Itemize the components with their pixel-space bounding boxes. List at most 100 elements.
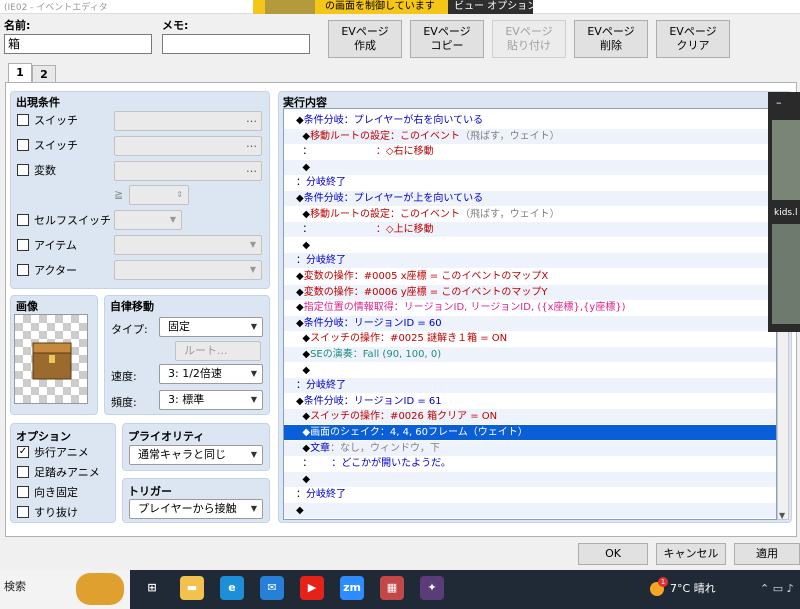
- scroll-down-icon[interactable]: ▼: [779, 511, 785, 520]
- cancel-button[interactable]: キャンセル: [656, 543, 726, 565]
- condition-variable-value[interactable]: ⇕: [129, 185, 189, 205]
- name-label: 名前:: [4, 19, 31, 32]
- tab-page-1[interactable]: 1: [8, 63, 32, 83]
- delete-page-button[interactable]: EVページ 削除: [574, 20, 648, 58]
- condition-selfswitch-select[interactable]: ▼: [114, 210, 182, 230]
- button-label-line2: コピー: [430, 39, 464, 52]
- command-row[interactable]: ： ：◇右に移動: [284, 144, 776, 159]
- clear-page-button[interactable]: EVページ クリア: [656, 20, 730, 58]
- task-view-icon[interactable]: ⊞: [140, 576, 164, 600]
- command-text: ：: [296, 146, 313, 158]
- chevron-down-icon: ▼: [249, 265, 256, 274]
- youtube-icon[interactable]: ▶: [300, 576, 324, 600]
- command-text: ：: [296, 224, 313, 236]
- command-row[interactable]: ： ：どこかが開いたようだ。: [284, 456, 776, 471]
- command-text: スイッチの操作：#0026 箱クリア = ON: [310, 411, 498, 423]
- command-row[interactable]: ◆SEの演奏：Fall (90, 100, 0): [284, 347, 776, 362]
- condition-switch2-checkbox[interactable]: スイッチ: [17, 139, 78, 157]
- name-field[interactable]: 箱: [4, 34, 152, 54]
- rpgmaker-icon[interactable]: ▦: [380, 576, 404, 600]
- priority-value: 通常キャラと同じ: [138, 448, 226, 461]
- command-row[interactable]: ◆条件分岐：リージョンID = 60: [284, 315, 776, 331]
- game-icon[interactable]: ✦: [420, 576, 444, 600]
- event-image[interactable]: [14, 314, 88, 404]
- option-step-anim-checkbox[interactable]: 足踏みアニメ: [17, 466, 100, 484]
- condition-actor-checkbox[interactable]: アクター: [17, 264, 77, 282]
- command-row[interactable]: ◆: [284, 238, 776, 253]
- priority-select[interactable]: 通常キャラと同じ ▼: [129, 445, 263, 465]
- command-row[interactable]: ：分岐終了: [284, 175, 776, 190]
- option-walk-anim-checkbox[interactable]: ✓ 歩行アニメ: [17, 446, 89, 464]
- edge-icon[interactable]: e: [220, 576, 244, 600]
- option-direction-fix-checkbox[interactable]: 向き固定: [17, 486, 78, 504]
- minimize-icon[interactable]: –: [776, 96, 782, 109]
- freq-select[interactable]: 3: 標準 ▼: [159, 390, 263, 410]
- memo-field[interactable]: [162, 34, 310, 54]
- command-text: 条件分岐：リージョンID = 60: [303, 317, 442, 329]
- apply-button[interactable]: 適用: [734, 543, 800, 565]
- trigger-select[interactable]: プレイヤーから接触 ▼: [129, 499, 263, 519]
- option-through-checkbox[interactable]: すり抜け: [17, 506, 78, 524]
- autonomous-group: 自律移動 タイプ: 固定 ▼ ルート... 速度: 3: 1/2倍速 ▼ 頻度: 3…: [104, 295, 270, 415]
- command-text: 条件分岐：プレイヤーが上を向いている: [303, 193, 484, 204]
- command-row[interactable]: ◆指定位置の情報取得：リージョンID, リージョンID, ({x座標},{y座標…: [284, 300, 776, 315]
- system-tray[interactable]: ⌃ ▭ ♪: [760, 582, 794, 595]
- command-text: ◆: [296, 208, 311, 220]
- command-row[interactable]: ◆: [284, 363, 776, 378]
- command-row[interactable]: ◆変数の操作：#0005 x座標 = このイベントのマップX: [284, 269, 776, 284]
- tab-page-2[interactable]: 2: [32, 65, 56, 83]
- type-select[interactable]: 固定 ▼: [159, 317, 263, 337]
- condition-variable-select[interactable]: …: [114, 161, 262, 181]
- create-page-button[interactable]: EVページ 作成: [328, 20, 402, 58]
- command-text: ：: [296, 177, 306, 189]
- condition-switch2-select[interactable]: …: [114, 136, 262, 156]
- trigger-value: プレイヤーから接触: [138, 502, 237, 515]
- command-row[interactable]: ◆移動ルートの設定：このイベント（飛ばす，ウェイト）: [284, 207, 776, 222]
- taskbar-search[interactable]: 検索: [0, 570, 130, 609]
- button-label-line1: EVページ: [505, 25, 553, 38]
- command-row[interactable]: ◆変数の操作：#0006 y座標 = このイベントのマップY: [284, 284, 776, 300]
- view-options-button[interactable]: ビュー オプション ⌄: [448, 0, 549, 14]
- command-row[interactable]: ◆: [284, 471, 776, 487]
- command-row[interactable]: ：分岐終了: [284, 487, 776, 502]
- route-button[interactable]: ルート...: [175, 341, 261, 361]
- command-row[interactable]: ◆移動ルートの設定：このイベント（飛ばす，ウェイト）: [284, 128, 776, 144]
- command-row[interactable]: ◆画面のシェイク：4, 4, 60フレーム（ウェイト）: [284, 425, 776, 440]
- button-label-line2: クリア: [676, 39, 710, 52]
- command-list[interactable]: ◆条件分岐：プレイヤーが右を向いている ◆移動ルートの設定：このイベント（飛ばす…: [283, 108, 777, 520]
- command-row[interactable]: ◆文章：なし，ウィンドウ，下: [284, 440, 776, 456]
- condition-item-select[interactable]: ▼: [114, 235, 262, 255]
- trigger-group: トリガー プレイヤーから接触 ▼: [122, 478, 270, 523]
- paste-page-button[interactable]: EVページ 貼り付け: [492, 20, 566, 58]
- command-row[interactable]: ：分岐終了: [284, 378, 776, 394]
- command-row[interactable]: ◆: [284, 159, 776, 175]
- checkbox-icon: [17, 506, 29, 518]
- explorer-icon[interactable]: ▬: [180, 576, 204, 600]
- ok-button[interactable]: OK: [578, 543, 648, 565]
- condition-selfswitch-checkbox[interactable]: セルフスイッチ: [17, 214, 111, 232]
- command-row[interactable]: ：分岐終了: [284, 253, 776, 269]
- mail-icon[interactable]: ✉: [260, 576, 284, 600]
- zoom-icon[interactable]: zm: [340, 576, 364, 600]
- command-row[interactable]: ： ：◇上に移動: [284, 222, 776, 238]
- weather-widget[interactable]: 1 7°C 晴れ: [650, 577, 716, 596]
- command-row[interactable]: ◆: [284, 503, 776, 518]
- checkbox-icon: [17, 486, 29, 498]
- condition-switch1-checkbox[interactable]: スイッチ: [17, 114, 78, 132]
- command-row[interactable]: ◆スイッチの操作：#0025 謎解き１箱 = ON: [284, 331, 776, 346]
- weather-badge: 1: [658, 577, 668, 587]
- condition-switch1-select[interactable]: …: [114, 111, 262, 131]
- command-row[interactable]: ◆条件分岐：プレイヤーが右を向いている: [284, 113, 776, 128]
- command-text: 分岐終了: [306, 177, 346, 189]
- command-row[interactable]: ◆条件分岐：リージョンID = 61: [284, 394, 776, 409]
- copy-page-button[interactable]: EVページ コピー: [410, 20, 484, 58]
- condition-variable-checkbox[interactable]: 変数: [17, 164, 56, 182]
- video-feed: [772, 120, 800, 200]
- condition-item-checkbox[interactable]: アイテム: [17, 239, 77, 257]
- speed-select[interactable]: 3: 1/2倍速 ▼: [159, 364, 263, 384]
- remote-banner-text: の画面を制御しています: [325, 1, 435, 12]
- command-row[interactable]: ◆条件分岐：プレイヤーが上を向いている: [284, 191, 776, 206]
- command-row[interactable]: ◆スイッチの操作：#0026 箱クリア = ON: [284, 409, 776, 425]
- condition-actor-select[interactable]: ▼: [114, 260, 262, 280]
- conditions-title: 出現条件: [16, 96, 60, 109]
